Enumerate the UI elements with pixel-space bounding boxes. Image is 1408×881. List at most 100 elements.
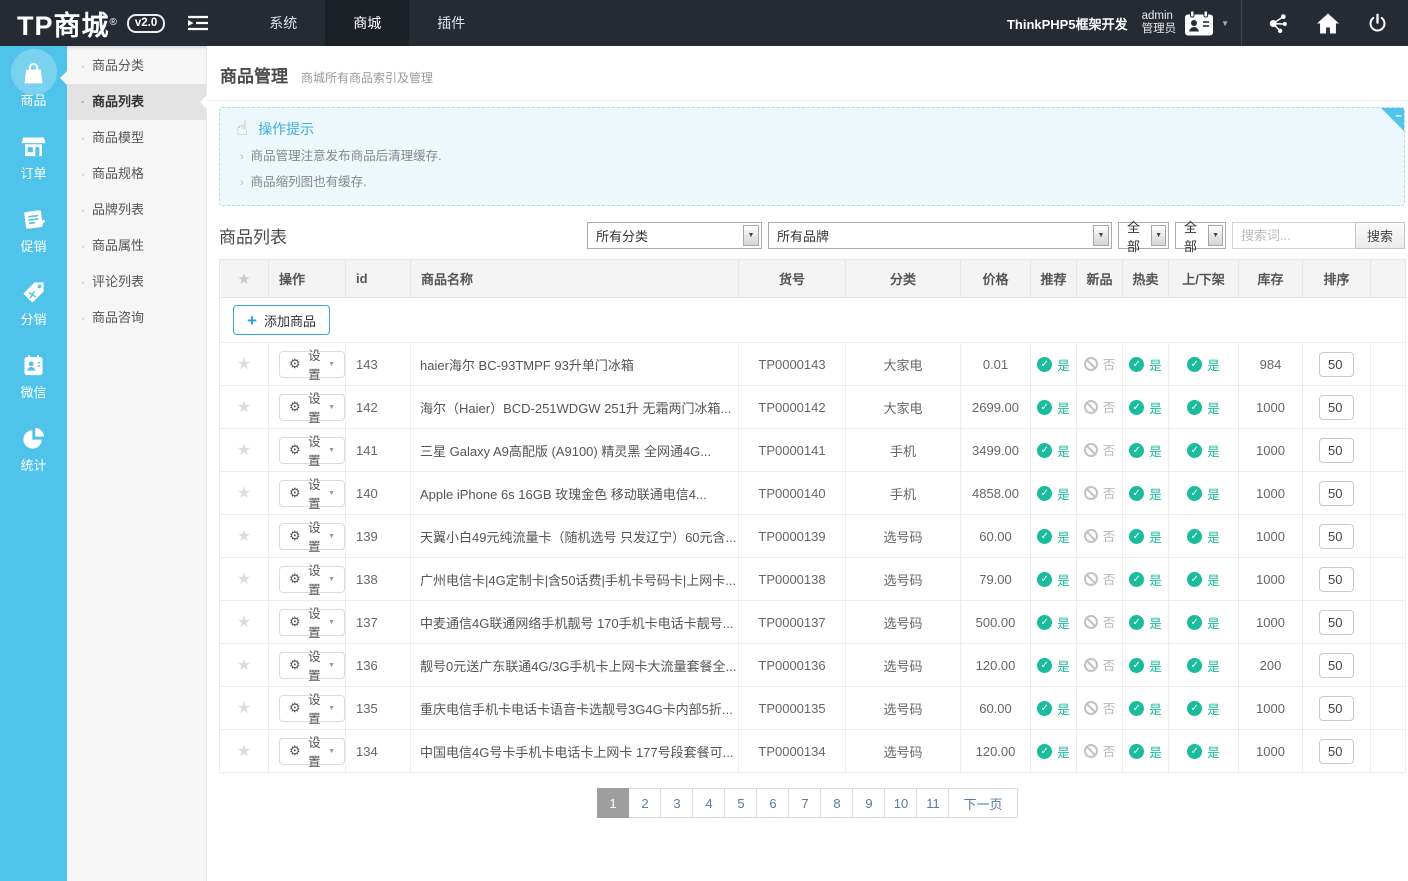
add-product-button[interactable]: + 添加商品 (233, 305, 330, 335)
hot-badge[interactable]: 是 (1129, 570, 1162, 589)
product-name[interactable]: 三星 Galaxy A9高配版 (A9100) 精灵黑 全网通4G... (411, 429, 739, 472)
onsale-badge[interactable]: 是 (1187, 613, 1220, 632)
star-icon[interactable]: ★ (237, 485, 251, 502)
page-button[interactable]: 10 (885, 788, 917, 818)
star-icon[interactable]: ★ (237, 743, 251, 760)
submenu-item[interactable]: ·商品分类 (67, 48, 206, 84)
product-name[interactable]: 天翼小白49元纯流量卡（随机选号 只发辽宁）60元含... (411, 515, 739, 558)
recommend-badge[interactable]: 是 (1037, 742, 1070, 761)
new-badge[interactable]: 否 (1084, 526, 1116, 545)
star-icon[interactable]: ★ (237, 571, 251, 588)
new-badge[interactable]: 否 (1084, 483, 1116, 502)
submenu-item[interactable]: ·商品规格 (67, 156, 206, 192)
brand-select[interactable]: 所有品牌▼ (768, 222, 1112, 249)
notice-collapse-button[interactable]: – (1380, 107, 1405, 132)
search-button[interactable]: 搜索 (1355, 222, 1405, 249)
new-badge[interactable]: 否 (1084, 397, 1116, 416)
submenu-item[interactable]: ·商品列表 (67, 84, 206, 120)
recommend-badge[interactable]: 是 (1037, 656, 1070, 675)
page-button[interactable]: 7 (789, 788, 821, 818)
star-icon[interactable]: ★ (237, 399, 251, 416)
hot-badge[interactable]: 是 (1129, 742, 1162, 761)
star-icon[interactable]: ★ (237, 657, 251, 674)
recommend-badge[interactable]: 是 (1037, 398, 1070, 417)
sort-input[interactable] (1319, 524, 1354, 549)
settings-button[interactable]: ⚙ 设置 ▼ (279, 652, 345, 679)
top-nav-mall[interactable]: 商城 (325, 0, 409, 46)
submenu-item[interactable]: ·评论列表 (67, 264, 206, 300)
page-button[interactable]: 5 (725, 788, 757, 818)
recommend-badge[interactable]: 是 (1037, 355, 1070, 374)
submenu-item[interactable]: ·商品模型 (67, 120, 206, 156)
recommend-badge[interactable]: 是 (1037, 441, 1070, 460)
onsale-badge[interactable]: 是 (1187, 441, 1220, 460)
sort-input[interactable] (1319, 696, 1354, 721)
star-icon[interactable]: ★ (237, 700, 251, 717)
sort-input[interactable] (1319, 395, 1354, 420)
new-badge[interactable]: 否 (1084, 569, 1116, 588)
next-page-button[interactable]: 下一页 (949, 788, 1017, 818)
sort-input[interactable] (1319, 352, 1354, 377)
page-button[interactable]: 2 (629, 788, 661, 818)
settings-button[interactable]: ⚙ 设置 ▼ (279, 695, 345, 722)
recommend-badge[interactable]: 是 (1037, 613, 1070, 632)
star-icon[interactable]: ★ (237, 528, 251, 545)
new-badge[interactable]: 否 (1084, 354, 1116, 373)
recommend-badge[interactable]: 是 (1037, 699, 1070, 718)
new-badge[interactable]: 否 (1084, 698, 1116, 717)
user-card-icon[interactable] (1184, 10, 1214, 37)
sidebar-item-statistics[interactable]: 统计 (0, 414, 67, 484)
sort-input[interactable] (1319, 739, 1354, 764)
star-icon[interactable]: ★ (237, 442, 251, 459)
sidebar-item-products[interactable]: 商品 (0, 49, 67, 119)
settings-button[interactable]: ⚙ 设置 ▼ (279, 738, 345, 765)
product-name[interactable]: haier海尔 BC-93TMPF 93升单门冰箱 (411, 343, 739, 386)
power-icon[interactable] (1367, 13, 1388, 34)
hot-badge[interactable]: 是 (1129, 699, 1162, 718)
page-button[interactable]: 4 (693, 788, 725, 818)
recommend-badge[interactable]: 是 (1037, 570, 1070, 589)
product-name[interactable]: 海尔（Haier）BCD-251WDGW 251升 无霜两门冰箱... (411, 386, 739, 429)
page-button[interactable]: 6 (757, 788, 789, 818)
settings-button[interactable]: ⚙ 设置 ▼ (279, 480, 345, 507)
user-info[interactable]: admin 管理员 (1142, 10, 1177, 36)
sidebar-toggle-icon[interactable] (187, 14, 209, 32)
hot-badge[interactable]: 是 (1129, 613, 1162, 632)
settings-button[interactable]: ⚙ 设置 ▼ (279, 609, 345, 636)
onsale-badge[interactable]: 是 (1187, 699, 1220, 718)
sort-input[interactable] (1319, 567, 1354, 592)
category-select[interactable]: 所有分类▼ (587, 222, 762, 249)
sidebar-item-distribution[interactable]: 分销 (0, 268, 67, 338)
settings-button[interactable]: ⚙ 设置 ▼ (279, 566, 345, 593)
page-button[interactable]: 11 (917, 788, 949, 818)
product-name[interactable]: 中国电信4G号卡手机卡电话卡上网卡 177号段套餐可... (411, 730, 739, 773)
product-name[interactable]: 广州电信卡|4G定制卡|含50话费|手机卡号码卡|上网卡... (411, 558, 739, 601)
status-select-1[interactable]: 全部▼ (1118, 222, 1169, 249)
top-nav-plugins[interactable]: 插件 (409, 0, 493, 46)
app-logo[interactable]: TP商城® (0, 4, 118, 43)
settings-button[interactable]: ⚙ 设置 ▼ (279, 437, 345, 464)
onsale-badge[interactable]: 是 (1187, 355, 1220, 374)
submenu-item[interactable]: ·商品属性 (67, 228, 206, 264)
onsale-badge[interactable]: 是 (1187, 742, 1220, 761)
share-nodes-icon[interactable] (1266, 12, 1289, 35)
settings-button[interactable]: ⚙ 设置 ▼ (279, 394, 345, 421)
hot-badge[interactable]: 是 (1129, 656, 1162, 675)
product-name[interactable]: 重庆电信手机卡电话卡语音卡选靓号3G4G卡内部5折... (411, 687, 739, 730)
home-icon[interactable] (1316, 13, 1340, 34)
settings-button[interactable]: ⚙ 设置 ▼ (279, 523, 345, 550)
product-name[interactable]: 靓号0元送广东联通4G/3G手机卡上网卡大流量套餐全... (411, 644, 739, 687)
settings-button[interactable]: ⚙ 设置 ▼ (279, 351, 345, 378)
top-nav-system[interactable]: 系统 (241, 0, 325, 46)
star-icon[interactable]: ★ (237, 614, 251, 631)
onsale-badge[interactable]: 是 (1187, 570, 1220, 589)
page-button[interactable]: 1 (597, 788, 629, 818)
onsale-badge[interactable]: 是 (1187, 484, 1220, 503)
hot-badge[interactable]: 是 (1129, 355, 1162, 374)
new-badge[interactable]: 否 (1084, 440, 1116, 459)
recommend-badge[interactable]: 是 (1037, 484, 1070, 503)
product-name[interactable]: Apple iPhone 6s 16GB 玫瑰金色 移动联通电信4... (411, 472, 739, 515)
sort-input[interactable] (1319, 481, 1354, 506)
sidebar-item-wechat[interactable]: 微信 (0, 341, 67, 411)
new-badge[interactable]: 否 (1084, 655, 1116, 674)
